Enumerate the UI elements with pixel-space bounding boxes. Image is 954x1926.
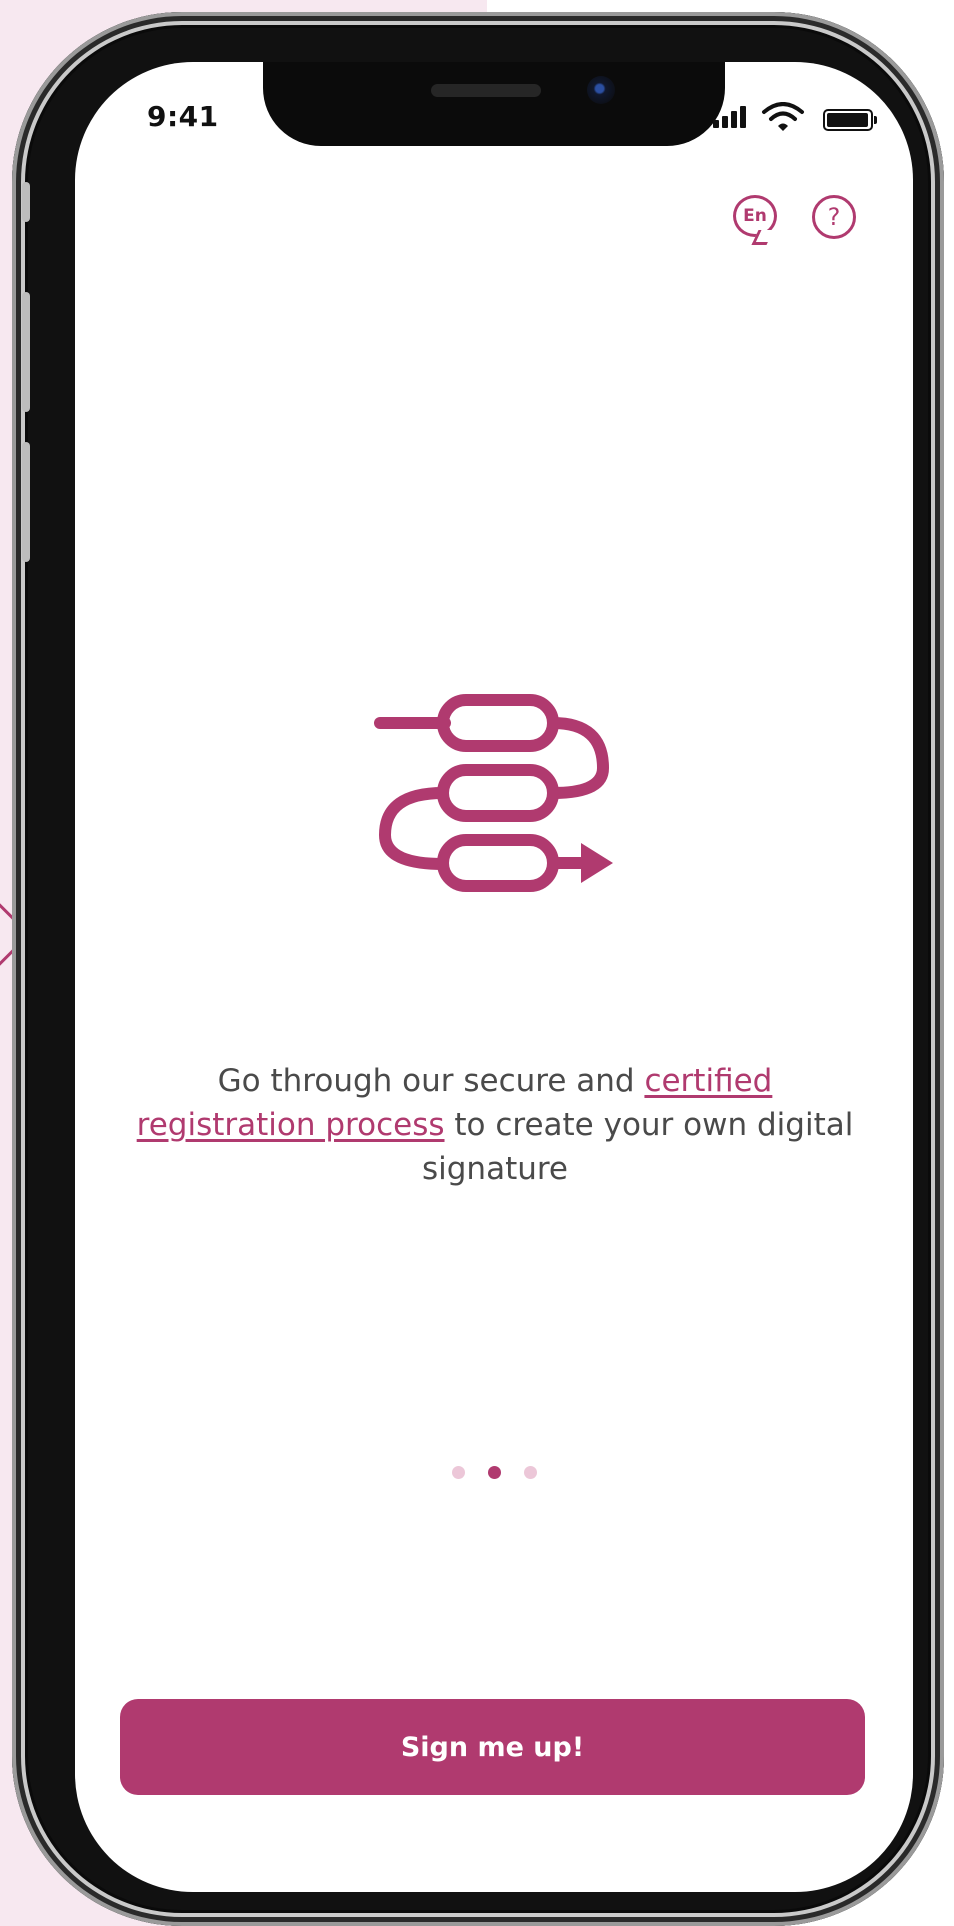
mute-switch (22, 182, 30, 222)
sign-me-up-button[interactable]: Sign me up! (120, 1699, 865, 1795)
registration-process-icon (374, 694, 613, 892)
volume-down-button (22, 442, 30, 562)
onboarding-description: Go through our secure and certified regi… (136, 1063, 854, 1187)
notch (263, 62, 725, 146)
pagination-dot-2[interactable] (488, 1466, 501, 1479)
language-label: En (743, 206, 767, 226)
wifi-icon (762, 102, 804, 131)
speaker (431, 84, 541, 97)
signal-icon (711, 104, 751, 130)
camera-icon (587, 76, 615, 104)
app-screen: 9:41 En ? Go through our secure and cert… (75, 62, 913, 1892)
question-mark-icon: ? (827, 203, 841, 231)
status-time: 9:41 (147, 100, 219, 133)
pagination-dot-3[interactable] (524, 1466, 537, 1479)
pagination-dot-1[interactable] (452, 1466, 465, 1479)
battery-icon (823, 109, 877, 131)
help-button[interactable]: ? (812, 195, 856, 239)
volume-up-button (22, 292, 30, 412)
